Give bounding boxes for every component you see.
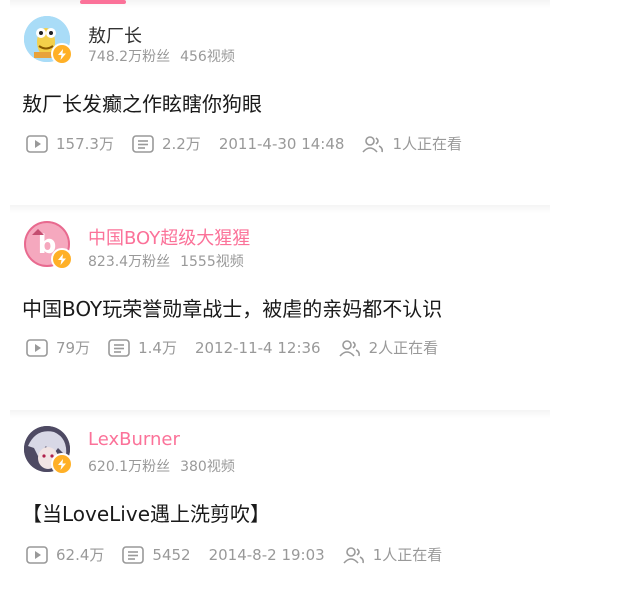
play-count: 79万: [56, 339, 91, 357]
video-title[interactable]: 【当LoveLive遇上洗剪吹】: [22, 498, 270, 527]
watching-count: 1人正在看: [372, 546, 443, 564]
play-count: 62.4万: [56, 546, 105, 564]
verified-bolt-icon: [51, 453, 73, 475]
watching-icon: [343, 546, 365, 564]
divider-accent: [80, 0, 126, 4]
follower-count: 620.1万粉丝: [88, 459, 171, 475]
uploader-name[interactable]: 敖厂长: [88, 22, 142, 48]
video-meta: 79万 1.4万 2012-11-4 12:36 2人正在看: [26, 337, 456, 358]
uploader-stats: 823.4万粉丝 1555视频: [88, 251, 254, 271]
play-icon: [26, 545, 48, 564]
video-title[interactable]: 中国BOY玩荣誉勋章战士，被虐的亲妈都不认识: [22, 293, 442, 322]
divider: [10, 205, 550, 213]
video-count: 380视频: [180, 459, 235, 475]
uploader-stats: 620.1万粉丝 380视频: [88, 456, 245, 476]
publish-date: 2014-8-2 19:03: [208, 545, 325, 564]
play-icon: [26, 338, 48, 357]
play-icon: [26, 134, 48, 153]
video-count: 456视频: [180, 49, 235, 65]
video-card[interactable]: 敖厂长 748.2万粉丝 456视频 敖厂长发癫之作眩瞎你狗眼 157.3万 2.…: [0, 0, 640, 196]
play-count: 157.3万: [56, 135, 114, 153]
video-card[interactable]: LexBurner 620.1万粉丝 380视频 【当LoveLive遇上洗剪吹】…: [0, 410, 640, 606]
avatar[interactable]: [24, 426, 73, 475]
video-card[interactable]: b 中国BOY超级大猩猩 823.4万粉丝 1555视频 中国BOY玩荣誉勋章战士…: [0, 205, 640, 401]
avatar[interactable]: [24, 16, 73, 65]
follower-count: 823.4万粉丝: [88, 254, 171, 270]
watching-count: 1人正在看: [392, 135, 462, 153]
watching-icon: [338, 339, 361, 357]
watching-icon: [362, 135, 384, 153]
video-meta: 157.3万 2.2万 2011-4-30 14:48 1人正在看: [26, 133, 480, 154]
danmaku-icon: [108, 338, 130, 357]
follower-count: 748.2万粉丝: [88, 49, 171, 65]
danmaku-count: 1.4万: [138, 339, 177, 357]
uploader-name[interactable]: 中国BOY超级大猩猩: [88, 224, 250, 250]
video-title[interactable]: 敖厂长发癫之作眩瞎你狗眼: [22, 88, 262, 117]
watching-count: 2人正在看: [368, 339, 439, 357]
danmaku-count: 5452: [152, 545, 191, 564]
danmaku-count: 2.2万: [161, 135, 201, 153]
publish-date: 2011-4-30 14:48: [218, 134, 345, 153]
verified-bolt-icon: [51, 43, 73, 65]
avatar[interactable]: b: [24, 221, 73, 270]
video-count: 1555视频: [180, 254, 244, 270]
danmaku-icon: [122, 545, 145, 564]
video-meta: 62.4万 5452 2014-8-2 19:03 1人正在看: [26, 544, 460, 565]
divider: [10, 0, 550, 8]
danmaku-icon: [132, 134, 154, 153]
uploader-stats: 748.2万粉丝 456视频: [88, 46, 245, 66]
verified-bolt-icon: [51, 248, 73, 270]
uploader-name[interactable]: LexBurner: [88, 429, 180, 450]
publish-date: 2012-11-4 12:36: [194, 338, 321, 357]
divider: [10, 410, 550, 418]
